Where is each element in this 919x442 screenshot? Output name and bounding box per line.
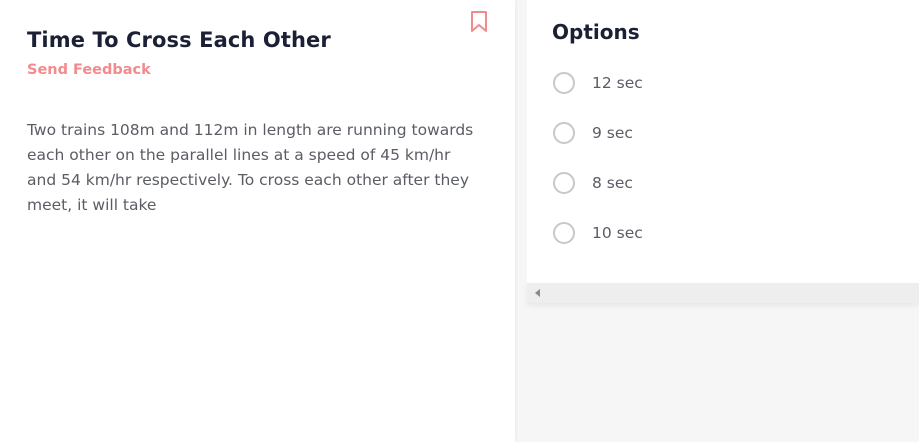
option-item[interactable]: 12 sec <box>553 71 753 95</box>
option-item[interactable]: 9 sec <box>553 121 753 145</box>
options-panel: Options 12 sec 9 sec 8 sec 10 sec <box>527 0 919 283</box>
option-item[interactable]: 8 sec <box>553 171 753 195</box>
option-label: 10 sec <box>592 224 643 242</box>
radio-button[interactable] <box>553 172 575 194</box>
radio-button[interactable] <box>553 222 575 244</box>
option-label: 9 sec <box>592 124 633 142</box>
question-title: Time To Cross Each Other <box>27 28 331 52</box>
option-item[interactable]: 10 sec <box>553 221 753 245</box>
option-label: 12 sec <box>592 74 643 92</box>
question-panel: Time To Cross Each Other Send Feedback T… <box>0 0 515 442</box>
options-heading: Options <box>552 20 640 44</box>
send-feedback-link[interactable]: Send Feedback <box>27 62 151 78</box>
radio-button[interactable] <box>553 122 575 144</box>
option-label: 8 sec <box>592 174 633 192</box>
horizontal-scrollbar[interactable] <box>527 283 919 303</box>
radio-button[interactable] <box>553 72 575 94</box>
scroll-left-arrow-icon[interactable] <box>535 289 540 297</box>
bookmark-icon[interactable] <box>469 10 489 34</box>
question-text: Two trains 108m and 112m in length are r… <box>27 121 474 214</box>
